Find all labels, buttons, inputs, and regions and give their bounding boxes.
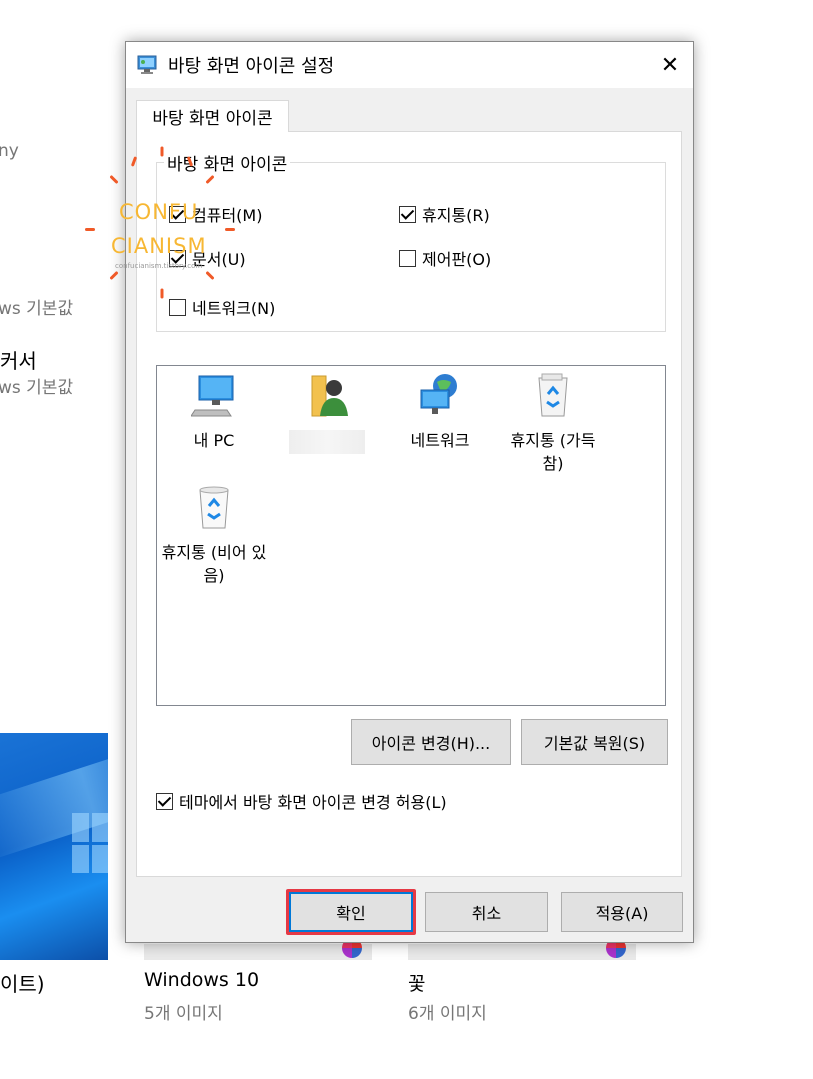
- watermark-url: confucianism.tistory.com: [115, 262, 203, 270]
- checkbox-box[interactable]: [156, 792, 173, 810]
- ok-button[interactable]: 확인: [289, 892, 413, 932]
- checkbox-label: 휴지통(R): [422, 206, 490, 225]
- close-button[interactable]: ✕: [647, 42, 693, 88]
- icon-label: 네트워크: [410, 431, 470, 451]
- icon-label: 내 PC: [193, 431, 235, 451]
- checkbox-box[interactable]: [399, 249, 416, 267]
- checkbox-box[interactable]: [399, 205, 416, 223]
- watermark: CONFU CIANISM confucianism.tistory.com: [85, 146, 245, 300]
- restore-default-button[interactable]: 기본값 복원(S): [521, 719, 668, 765]
- icon-item-user-files[interactable]: [272, 372, 382, 455]
- theme-count: 5개 이미지: [144, 1004, 223, 1024]
- checkbox-control-panel[interactable]: 제어판(O): [399, 246, 491, 270]
- checkbox-label: 제어판(O): [422, 250, 492, 269]
- icon-label: 휴지통 (가득 참): [510, 431, 596, 473]
- bg-fragment: ws 기본값: [0, 378, 74, 398]
- checkbox-allow-theme[interactable]: 테마에서 바탕 화면 아이콘 변경 허용(L): [156, 789, 447, 813]
- bg-fragment: ny: [0, 141, 19, 161]
- tab-desktop-icons[interactable]: 바탕 화면 아이콘: [136, 100, 289, 132]
- bg-heading-cursor[interactable]: 커서: [0, 345, 37, 374]
- bg-theme-name-fragment: 이트): [0, 972, 45, 996]
- dialog-title: 바탕 화면 아이콘 설정: [168, 56, 335, 77]
- theme-name[interactable]: 꽃: [408, 969, 425, 996]
- title-bar[interactable]: 바탕 화면 아이콘 설정 ✕: [126, 42, 693, 88]
- icon-list[interactable]: 내 PC 네트워크 휴지통 (가득 참) 휴지통 (비어 있음): [156, 365, 666, 706]
- icon-item-network[interactable]: 네트워크: [385, 372, 495, 453]
- recycle-bin-empty-icon: [199, 486, 229, 529]
- checkbox-label: 테마에서 바탕 화면 아이콘 변경 허용(L): [179, 793, 447, 812]
- network-icon: [420, 374, 457, 414]
- change-icon-button[interactable]: 아이콘 변경(H)...: [351, 719, 511, 765]
- blurred-username: [289, 430, 365, 455]
- theme-name[interactable]: Windows 10: [144, 969, 259, 991]
- icon-item-recycle-bin-full[interactable]: 휴지통 (가득 참): [498, 372, 608, 475]
- icon-item-this-pc[interactable]: 내 PC: [159, 372, 269, 453]
- icon-item-recycle-bin-empty[interactable]: 휴지통 (비어 있음): [159, 484, 269, 587]
- bg-fragment: ws 기본값: [0, 299, 74, 319]
- user-folder-icon: [311, 375, 348, 417]
- checkbox-box[interactable]: [169, 298, 186, 316]
- recycle-bin-full-icon: [538, 373, 568, 417]
- close-icon: ✕: [660, 52, 680, 78]
- icon-label: 휴지통 (비어 있음): [161, 543, 267, 585]
- watermark-text: CONFU: [119, 200, 199, 224]
- cancel-button[interactable]: 취소: [425, 892, 548, 932]
- computer-icon: [190, 375, 234, 417]
- theme-thumbnail-windows10[interactable]: [144, 938, 372, 960]
- desktop-settings-icon: [137, 55, 157, 74]
- theme-thumbnail-left[interactable]: [0, 733, 108, 960]
- windows-logo-icon: [72, 813, 108, 873]
- theme-count: 6개 이미지: [408, 1004, 487, 1024]
- theme-thumbnail-flower[interactable]: [408, 938, 636, 960]
- checkbox-recycle-bin[interactable]: 휴지통(R): [399, 202, 490, 226]
- watermark-text: CIANISM: [111, 234, 207, 258]
- apply-button[interactable]: 적용(A): [561, 892, 683, 932]
